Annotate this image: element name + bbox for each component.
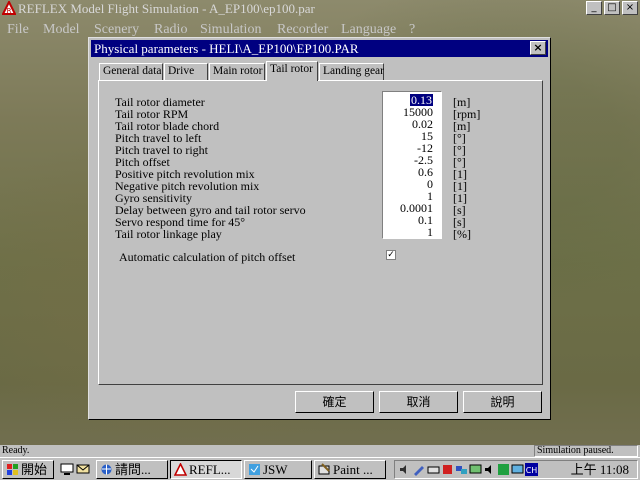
status-right: Simulation paused.: [534, 445, 638, 457]
dialog-title: Physical parameters - HELI\A_EP100\EP100…: [94, 41, 359, 56]
monitor-icon[interactable]: [469, 463, 482, 476]
reflex-logo-icon: R: [2, 1, 16, 15]
start-label: 開始: [21, 462, 48, 477]
taskbar-button-question[interactable]: 請問...: [96, 460, 168, 479]
keyboard-icon[interactable]: [427, 463, 440, 476]
tab-general-data[interactable]: General data: [99, 63, 163, 80]
status-bar: Ready. Simulation paused.: [0, 445, 640, 457]
dialog-title-bar: Physical parameters - HELI\A_EP100\EP100…: [91, 40, 548, 57]
menu-language[interactable]: Language: [341, 22, 396, 38]
tab-drive[interactable]: Drive: [164, 63, 208, 80]
taskbar-button-jsw[interactable]: JSW: [244, 460, 312, 479]
start-button[interactable]: 開始: [2, 460, 54, 479]
svg-text:CH: CH: [526, 466, 538, 475]
desktop-icon[interactable]: [60, 462, 74, 476]
menu-model[interactable]: Model: [43, 22, 80, 38]
maximize-button[interactable]: □: [604, 1, 620, 15]
network-icon[interactable]: [455, 463, 468, 476]
volume-icon[interactable]: [398, 463, 411, 476]
menu-file[interactable]: File: [7, 22, 29, 38]
windows-logo-icon: [7, 464, 18, 475]
browser-icon: [101, 464, 112, 475]
param-values-box[interactable]: 0.13 15000 0.02 15 -12 -2.5 0.6 0 1 0.00…: [382, 91, 442, 239]
menu-scenery[interactable]: Scenery: [94, 22, 139, 38]
app-close-button[interactable]: ×: [622, 1, 638, 15]
input-method-icon[interactable]: CH: [525, 463, 538, 476]
app-title-bar: R REFLEX Model Flight Simulation - A_EP1…: [0, 0, 640, 18]
taskbar-button-label: Paint ...: [333, 462, 373, 477]
dialog-close-button[interactable]: ×: [530, 41, 546, 55]
status-left: Ready.: [2, 445, 30, 456]
menu-simulation[interactable]: Simulation: [200, 22, 261, 38]
ok-button[interactable]: 確定: [295, 391, 374, 413]
param-label: Tail rotor linkage play: [115, 227, 222, 241]
taskbar-button-paint[interactable]: Paint ...: [314, 460, 386, 479]
system-tray: CH 上午 11:08: [394, 460, 638, 479]
taskbar-button-reflex[interactable]: REFL...: [170, 460, 242, 479]
green-app-icon[interactable]: [497, 463, 510, 476]
minimize-button[interactable]: _: [586, 1, 602, 15]
taskbar: 開始 請問... REFL... JSW Paint ... CH 上午 11:…: [0, 457, 640, 480]
auto-calc-label: Automatic calculation of pitch offset: [119, 250, 296, 264]
pen-icon[interactable]: [412, 463, 425, 476]
taskbar-button-label: 請問...: [115, 462, 151, 477]
reflex-logo-icon: [174, 463, 187, 476]
cancel-button[interactable]: 取消: [379, 391, 458, 413]
param-value-linkage-play[interactable]: 1: [427, 226, 433, 238]
tab-main-rotor[interactable]: Main rotor: [209, 63, 265, 80]
tab-landing-gear[interactable]: Landing gear: [319, 63, 384, 80]
physical-parameters-dialog: Physical parameters - HELI\A_EP100\EP100…: [88, 37, 551, 420]
paint-icon: [318, 463, 330, 475]
jsw-icon: [249, 464, 260, 475]
clock: 上午 11:08: [570, 462, 629, 477]
monitor-icon[interactable]: [511, 463, 524, 476]
mail-icon[interactable]: [76, 462, 90, 476]
menu-radio[interactable]: Radio: [154, 22, 187, 38]
menu-recorder[interactable]: Recorder: [277, 22, 328, 38]
app-title: REFLEX Model Flight Simulation - A_EP100…: [18, 1, 315, 16]
help-button[interactable]: 說明: [463, 391, 542, 413]
svg-text:R: R: [7, 7, 12, 15]
auto-calc-checkbox[interactable]: ✓: [386, 250, 396, 260]
taskbar-button-label: REFL...: [189, 462, 231, 477]
speaker-icon[interactable]: [483, 463, 496, 476]
menu-help[interactable]: ?: [409, 22, 415, 38]
red-tool-icon[interactable]: [441, 463, 454, 476]
tab-tail-rotor[interactable]: Tail rotor: [266, 61, 318, 81]
param-unit: [%]: [453, 227, 471, 241]
taskbar-button-label: JSW: [263, 462, 288, 477]
